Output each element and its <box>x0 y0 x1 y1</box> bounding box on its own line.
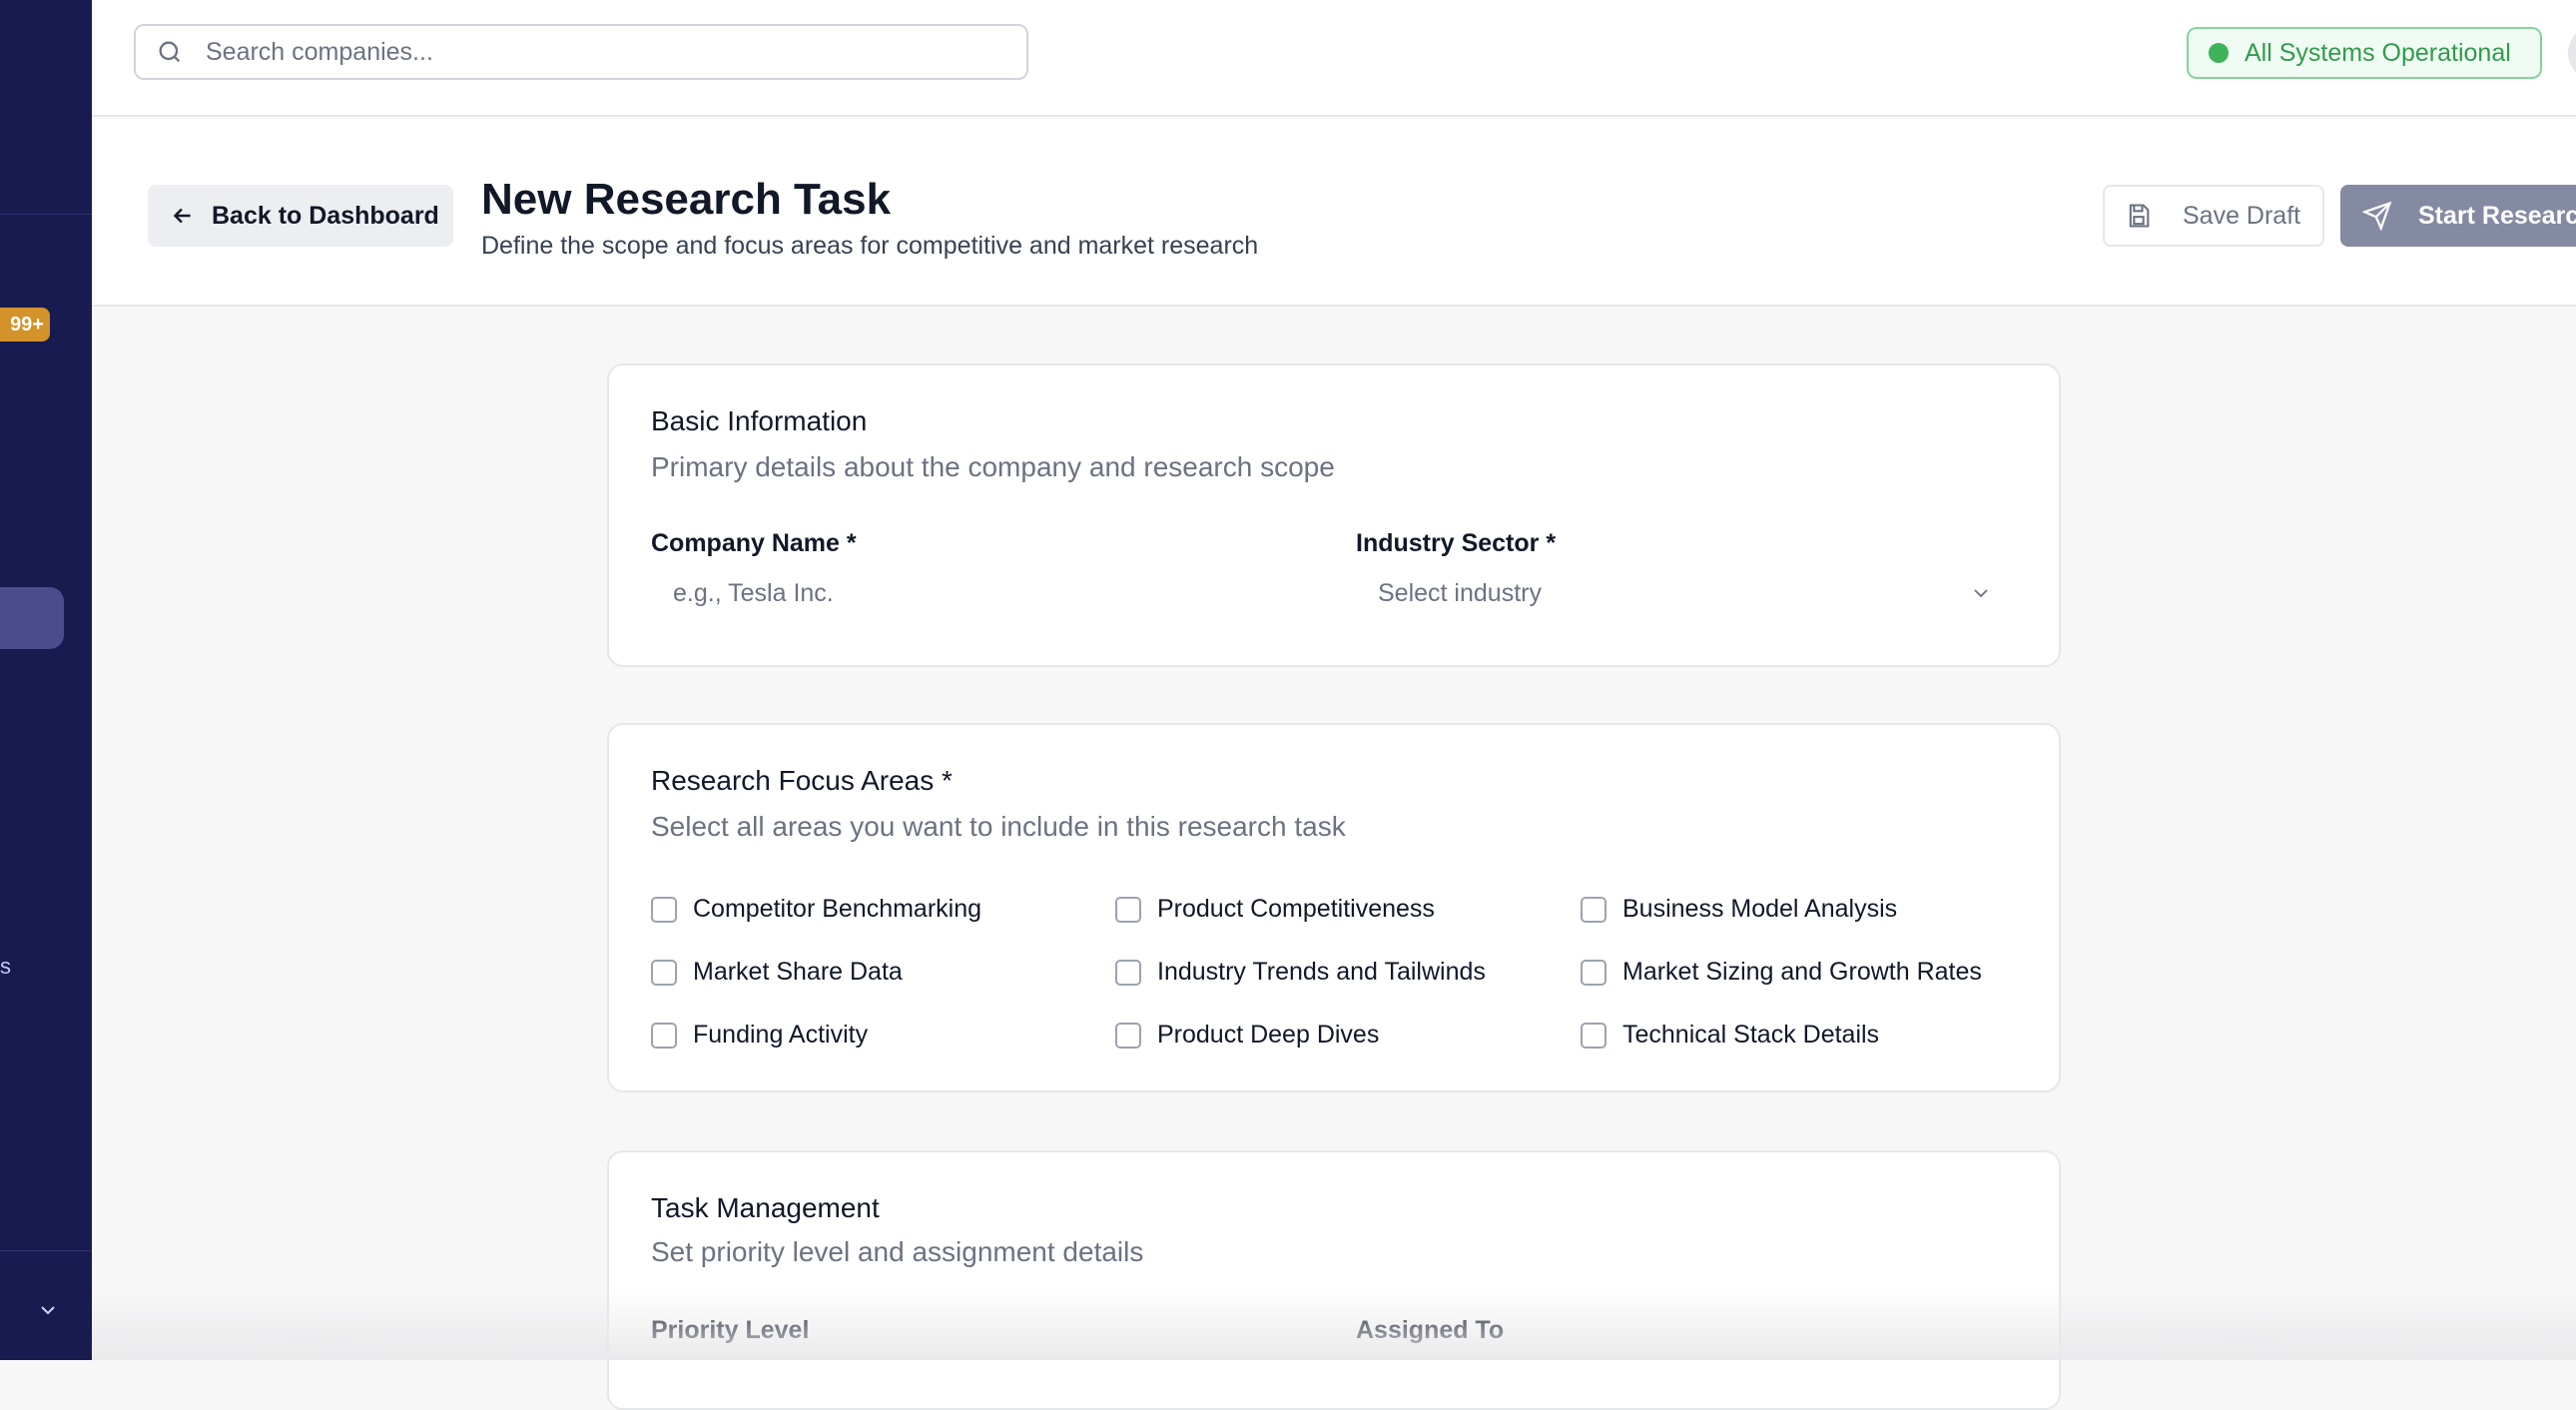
user-avatar[interactable] <box>2568 25 2576 81</box>
back-to-dashboard-button[interactable]: Back to Dashboard <box>148 185 453 247</box>
checkbox-label: Market Share Data <box>693 958 903 986</box>
checkbox[interactable] <box>1115 1022 1141 1049</box>
send-icon <box>2362 201 2392 231</box>
card-description: Select all areas you want to include in … <box>651 811 1346 842</box>
sidebar-active-item[interactable] <box>0 587 64 649</box>
checkbox-label: Funding Activity <box>693 1021 869 1049</box>
priority-level-label: Priority Level <box>651 1316 810 1344</box>
status-dot-icon <box>2209 43 2229 63</box>
checkbox-technical-stack-details[interactable]: Technical Stack Details <box>1581 1021 1879 1050</box>
company-name-label: Company Name * <box>651 529 857 557</box>
page-subtitle: Define the scope and focus areas for com… <box>481 232 1259 260</box>
system-status-text: All Systems Operational <box>2245 38 2511 67</box>
checkbox-label: Competitor Benchmarking <box>693 895 982 923</box>
card-title: Task Management <box>651 1192 880 1223</box>
page-title: New Research Task <box>481 175 892 224</box>
sidebar-item-label-fragment[interactable]: s <box>0 955 11 979</box>
basic-information-card: Basic Information Primary details about … <box>607 363 2061 667</box>
checkbox-business-model-analysis[interactable]: Business Model Analysis <box>1581 895 1897 924</box>
checkbox-competitor-benchmarking[interactable]: Competitor Benchmarking <box>651 895 981 924</box>
page-header: Back to Dashboard New Research Task Defi… <box>92 119 2576 307</box>
checkbox-industry-trends[interactable]: Industry Trends and Tailwinds <box>1115 958 1486 987</box>
sidebar: 99+ s <box>0 0 92 1360</box>
checkbox-product-competitiveness[interactable]: Product Competitiveness <box>1115 895 1435 924</box>
task-management-card: Task Management Set priority level and a… <box>607 1150 2061 1410</box>
checkbox[interactable] <box>651 1022 677 1049</box>
checkbox-label: Technical Stack Details <box>1622 1021 1880 1049</box>
search-input[interactable] <box>206 37 984 67</box>
checkbox[interactable] <box>1581 959 1607 986</box>
checkbox-label: Business Model Analysis <box>1622 895 1898 923</box>
system-status-badge: All Systems Operational <box>2187 27 2542 79</box>
checkbox-label: Product Deep Dives <box>1157 1021 1380 1049</box>
checkbox-label: Product Competitiveness <box>1157 895 1435 923</box>
top-bar: All Systems Operational <box>92 0 2576 117</box>
checkbox[interactable] <box>651 896 677 923</box>
back-button-label: Back to Dashboard <box>212 201 439 230</box>
sidebar-divider-bottom <box>0 1250 92 1251</box>
arrow-left-icon <box>173 208 191 224</box>
chevron-down-icon[interactable] <box>1969 581 1993 605</box>
card-title: Research Focus Areas * <box>651 765 953 796</box>
notification-badge: 99+ <box>0 308 50 342</box>
sidebar-divider <box>0 214 92 215</box>
checkbox-product-deep-dives[interactable]: Product Deep Dives <box>1115 1021 1379 1050</box>
start-research-label: Start Research <box>2418 201 2576 230</box>
assigned-to-label: Assigned To <box>1356 1316 1505 1344</box>
checkbox-label: Industry Trends and Tailwinds <box>1157 958 1486 986</box>
company-name-field[interactable] <box>673 579 1272 608</box>
save-draft-label: Save Draft <box>2183 201 2301 230</box>
search-box[interactable] <box>134 24 1028 80</box>
checkbox[interactable] <box>1581 1022 1607 1049</box>
card-description: Primary details about the company and re… <box>651 451 1335 482</box>
checkbox-market-sizing[interactable]: Market Sizing and Growth Rates <box>1581 958 1982 987</box>
card-description: Set priority level and assignment detail… <box>651 1236 1144 1267</box>
industry-select[interactable]: Select industry <box>1378 579 1542 608</box>
checkbox[interactable] <box>651 959 677 986</box>
card-title: Basic Information <box>651 405 868 436</box>
research-focus-areas-card: Research Focus Areas * Select all areas … <box>607 723 2061 1092</box>
checkbox-funding-activity[interactable]: Funding Activity <box>651 1021 868 1050</box>
checkbox[interactable] <box>1115 959 1141 986</box>
checkbox-market-share-data[interactable]: Market Share Data <box>651 958 903 987</box>
save-draft-button[interactable]: Save Draft <box>2103 185 2324 247</box>
chevron-down-icon[interactable] <box>36 1298 60 1322</box>
company-name-input[interactable] <box>673 579 1272 608</box>
save-icon <box>2129 204 2150 228</box>
industry-sector-label: Industry Sector * <box>1356 529 1557 557</box>
checkbox[interactable] <box>1581 896 1607 923</box>
checkbox[interactable] <box>1115 896 1141 923</box>
search-icon <box>156 38 184 66</box>
checkbox-label: Market Sizing and Growth Rates <box>1622 958 1982 986</box>
start-research-button[interactable]: Start Research <box>2340 185 2576 247</box>
